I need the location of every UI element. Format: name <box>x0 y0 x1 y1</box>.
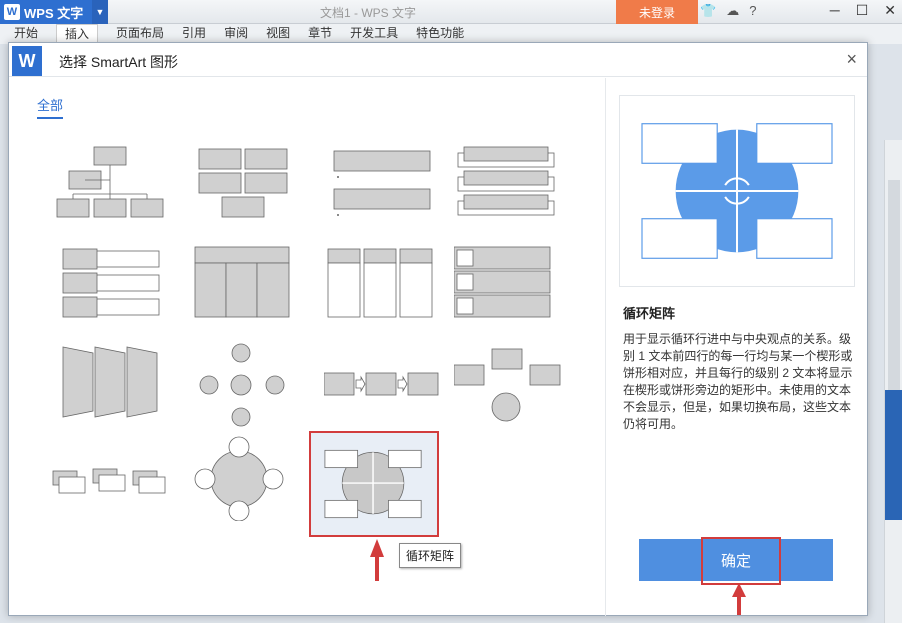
red-arrow-icon <box>370 539 384 581</box>
minimize-icon[interactable]: ─ <box>830 2 840 19</box>
document-title: 文档1 - WPS 文字 <box>320 6 417 20</box>
smartart-column-list[interactable] <box>324 239 444 325</box>
red-arrow-icon <box>732 583 746 615</box>
side-panel-tab[interactable] <box>885 390 902 520</box>
window-controls: ─ ☐ ✕ <box>830 2 896 19</box>
chevron-down-icon[interactable]: ▼ <box>92 0 108 24</box>
tab-home[interactable]: 开始 <box>14 24 38 44</box>
tab-review[interactable]: 审阅 <box>224 24 248 44</box>
chat-icon[interactable]: ☁ <box>726 3 739 19</box>
tab-features[interactable]: 特色功能 <box>416 24 464 44</box>
tab-references[interactable]: 引用 <box>182 24 206 44</box>
shirt-icon[interactable]: 👕 <box>700 3 716 19</box>
dialog-header: W 选择 SmartArt 图形 × <box>9 43 867 77</box>
maximize-icon[interactable]: ☐ <box>856 2 869 19</box>
smartart-hierarchy[interactable] <box>49 139 169 225</box>
smartart-cycle-matrix[interactable] <box>309 431 439 537</box>
smartart-stacked-list[interactable] <box>454 139 574 225</box>
tab-section[interactable]: 章节 <box>308 24 332 44</box>
tab-insert[interactable]: 插入 <box>56 24 99 44</box>
ribbon-tabs: 开始 插入 页面布局 引用 审阅 视图 章节 开发工具 特色功能 <box>0 24 902 44</box>
dialog-title: 选择 SmartArt 图形 <box>59 54 179 70</box>
preview-name: 循环矩阵 <box>623 306 676 321</box>
ok-highlight <box>701 537 781 585</box>
titlebar-icons: 👕 ☁ ? <box>700 3 756 19</box>
title-bar: W WPS 文字 ▼ 文档1 - WPS 文字 未登录 👕 ☁ ? ─ ☐ ✕ <box>0 0 902 24</box>
help-icon[interactable]: ? <box>749 3 756 19</box>
tab-layout[interactable]: 页面布局 <box>116 24 164 44</box>
app-name: WPS 文字 <box>24 5 84 21</box>
tab-all[interactable]: 全部 <box>37 95 64 119</box>
smartart-radial-cluster[interactable] <box>191 343 311 429</box>
divider <box>605 78 606 616</box>
close-icon[interactable]: × <box>846 49 857 70</box>
login-button[interactable]: 未登录 <box>616 0 698 24</box>
wps-logo-icon: W <box>4 4 20 20</box>
smartart-vertical-list[interactable] <box>324 139 444 225</box>
smartart-bullet-list[interactable] <box>49 239 169 325</box>
smartart-dialog: W 选择 SmartArt 图形 × 全部 循环矩阵 循环矩阵 用于显示循环行进… <box>8 42 868 616</box>
tab-developer[interactable]: 开发工具 <box>350 24 398 44</box>
tooltip: 循环矩阵 <box>399 543 462 568</box>
tab-view[interactable]: 视图 <box>266 24 290 44</box>
smartart-trapezoid-list[interactable] <box>49 343 169 429</box>
smartart-radial-circle[interactable] <box>191 435 311 522</box>
preview-image <box>619 95 855 287</box>
smartart-basic-process[interactable] <box>323 343 444 429</box>
smartart-converging-arrows[interactable] <box>453 343 574 429</box>
document-scrollbar[interactable] <box>884 140 902 623</box>
app-menu-button[interactable]: W WPS 文字 ▼ <box>0 0 108 24</box>
wps-logo-icon: W <box>12 46 42 76</box>
preview-description: 用于显示循环行进中与中央观点的关系。级别 1 文本前四行的每一行均与某一个楔形或… <box>623 332 853 431</box>
smartart-process-cards[interactable] <box>49 443 169 529</box>
close-window-icon[interactable]: ✕ <box>884 2 896 19</box>
smartart-table-hierarchy[interactable] <box>191 239 311 325</box>
smartart-block-grid[interactable] <box>191 139 311 225</box>
smartart-picture-list[interactable] <box>453 239 574 325</box>
